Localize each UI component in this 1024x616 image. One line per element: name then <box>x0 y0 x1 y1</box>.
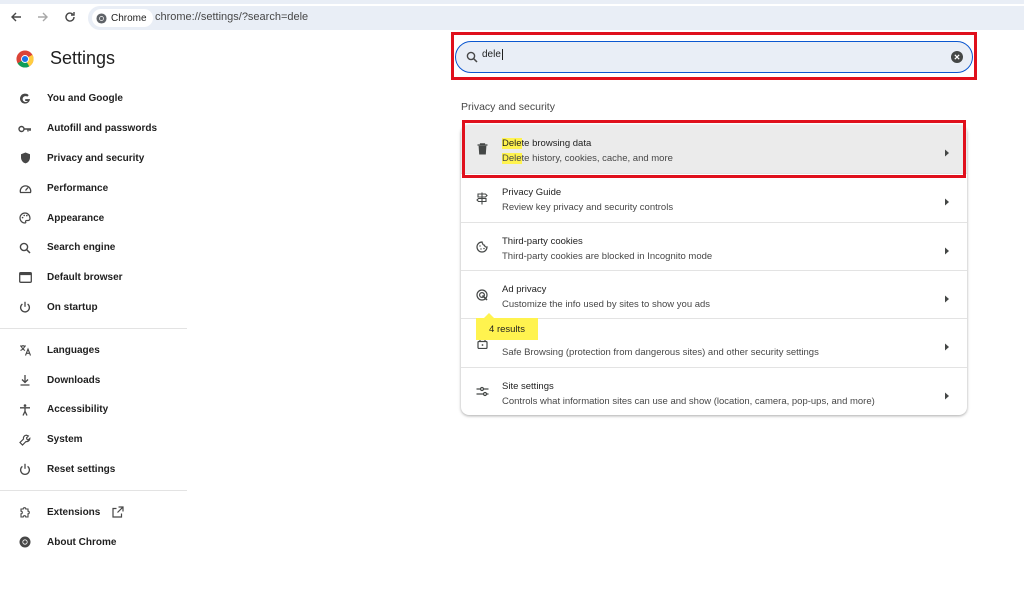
chrome-logo-icon <box>96 12 107 24</box>
sidebar-divider <box>0 490 187 492</box>
sidebar-item-label: System <box>47 434 83 446</box>
settings-sidebar: You and Google Autofill and passwords Pr… <box>0 84 187 557</box>
search-icon <box>18 241 32 255</box>
result-annotation-box <box>462 120 966 178</box>
google-g-icon <box>18 92 32 106</box>
row-ad-privacy[interactable]: Ad privacy Customize the info used by si… <box>461 269 967 318</box>
palette-icon <box>18 211 32 225</box>
arrow-right-icon <box>38 12 48 22</box>
sidebar-item-label: Performance <box>47 182 109 194</box>
puzzle-icon <box>18 505 32 519</box>
sidebar-item-about-chrome[interactable]: About Chrome <box>0 527 187 557</box>
sidebar-item-label: Search engine <box>47 242 116 254</box>
text-caret <box>501 49 503 60</box>
sidebar-item-search-engine[interactable]: Search engine <box>0 233 187 263</box>
arrow-left-icon <box>11 12 21 22</box>
sidebar-item-label: Privacy and security <box>47 152 145 164</box>
section-title: Privacy and security <box>461 101 555 113</box>
sidebar-item-privacy[interactable]: Privacy and security <box>0 144 187 174</box>
download-icon <box>18 373 32 387</box>
row-subtitle: Third-party cookies are blocked in Incog… <box>502 250 713 262</box>
search-results-count-bubble: 4 results <box>476 313 538 340</box>
settings-search-bar[interactable]: dele <box>455 41 973 73</box>
reload-button[interactable] <box>61 8 79 26</box>
page-title: Settings <box>50 48 116 68</box>
speedometer-icon <box>18 181 32 195</box>
settings-header: Settings <box>16 48 115 69</box>
chrome-logo-icon <box>18 535 32 549</box>
search-input[interactable]: dele <box>482 49 503 60</box>
forward-button[interactable] <box>34 8 52 26</box>
power-icon <box>18 300 32 314</box>
sidebar-item-downloads[interactable]: Downloads <box>0 365 187 395</box>
sliders-icon <box>475 385 489 399</box>
sidebar-divider <box>0 328 187 330</box>
sidebar-item-languages[interactable]: Languages <box>0 335 187 365</box>
row-title: Ad privacy <box>502 283 547 295</box>
shield-icon <box>18 151 32 165</box>
sidebar-item-label: Languages <box>47 344 100 356</box>
row-privacy-guide[interactable]: Privacy Guide Review key privacy and sec… <box>461 173 967 221</box>
sidebar-item-autofill[interactable]: Autofill and passwords <box>0 114 187 144</box>
open-in-new-icon <box>112 506 124 518</box>
sidebar-item-extensions[interactable]: Extensions <box>0 497 187 527</box>
signpost-icon <box>475 191 489 205</box>
site-chip-label: Chrome <box>111 12 147 24</box>
sidebar-item-label: Default browser <box>47 272 123 284</box>
sidebar-item-label: Autofill and passwords <box>47 123 158 135</box>
url-text[interactable]: chrome://settings/?search=dele <box>155 11 308 23</box>
browser-window-icon <box>18 271 32 285</box>
address-bar[interactable]: Chrome chrome://settings/?search=dele <box>88 6 1024 30</box>
sidebar-item-label: Accessibility <box>47 404 109 416</box>
sidebar-item-appearance[interactable]: Appearance <box>0 203 187 233</box>
row-title: Site settings <box>502 380 554 392</box>
row-site-settings[interactable]: Site settings Controls what information … <box>461 366 967 415</box>
sidebar-item-reset[interactable]: Reset settings <box>0 455 187 485</box>
chevron-right-icon <box>944 242 950 260</box>
sidebar-item-system[interactable]: System <box>0 425 187 455</box>
row-title: Privacy Guide <box>502 187 562 199</box>
row-third-party-cookies[interactable]: Third-party cookies Third-party cookies … <box>461 221 967 270</box>
wrench-icon <box>18 433 32 447</box>
chevron-right-icon <box>944 338 950 356</box>
sidebar-item-label: Downloads <box>47 374 101 386</box>
ad-privacy-icon <box>475 288 489 302</box>
reload-icon <box>65 12 75 22</box>
chevron-right-icon <box>944 290 950 308</box>
sidebar-item-accessibility[interactable]: Accessibility <box>0 395 187 425</box>
search-icon <box>466 50 478 68</box>
sidebar-item-performance[interactable]: Performance <box>0 173 187 203</box>
chevron-right-icon <box>944 387 950 405</box>
back-button[interactable] <box>7 8 25 26</box>
sidebar-item-label: Extensions <box>47 506 101 518</box>
row-subtitle: Controls what information sites can use … <box>502 395 875 407</box>
site-info-chip[interactable]: Chrome <box>92 9 153 27</box>
accessibility-icon <box>18 403 32 417</box>
translate-icon <box>18 343 32 357</box>
sidebar-item-label: You and Google <box>47 93 123 105</box>
chrome-color-logo-icon <box>16 49 34 68</box>
cookie-icon <box>475 240 489 254</box>
sidebar-item-label: Appearance <box>47 212 105 224</box>
tab-strip <box>0 0 1024 4</box>
key-icon <box>18 122 32 136</box>
sidebar-item-label: Reset settings <box>47 463 116 475</box>
row-subtitle: Customize the info used by sites to show… <box>502 298 711 310</box>
browser-toolbar: Chrome chrome://settings/?search=dele <box>0 0 1024 36</box>
sidebar-item-label: About Chrome <box>47 536 117 548</box>
row-title: Third-party cookies <box>502 235 583 247</box>
chevron-right-icon <box>944 193 950 211</box>
row-subtitle: Safe Browsing (protection from dangerous… <box>502 347 819 359</box>
sidebar-item-on-startup[interactable]: On startup <box>0 293 187 323</box>
sidebar-item-default-browser[interactable]: Default browser <box>0 263 187 293</box>
sidebar-item-you-and-google[interactable]: You and Google <box>0 84 187 114</box>
reset-icon <box>18 462 32 476</box>
row-subtitle: Review key privacy and security controls <box>502 202 674 214</box>
close-icon <box>954 54 960 60</box>
sidebar-item-label: On startup <box>47 301 98 313</box>
search-input-value: dele <box>482 49 501 61</box>
clear-search-button[interactable] <box>951 51 963 63</box>
